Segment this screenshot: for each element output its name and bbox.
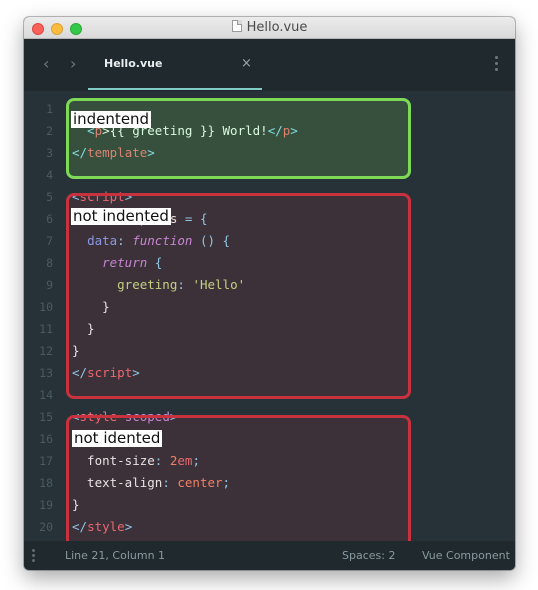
line-number: 20	[39, 520, 53, 534]
cursor-position[interactable]: Line 21, Column 1	[65, 541, 165, 570]
style-not-indented-annotation-label: not idented	[72, 429, 163, 447]
chevron-right-icon[interactable]: ›	[70, 55, 76, 73]
line-number: 9	[46, 278, 53, 292]
window-title: Hello.vue	[246, 20, 308, 35]
indentation-setting[interactable]: Spaces: 2	[342, 541, 395, 570]
line-number: 17	[39, 454, 53, 468]
title-bar: Hello.vue	[24, 17, 515, 39]
editor-window: Hello.vue ‹ › Hello.vue × 12 <p>{{ greet…	[24, 17, 515, 570]
line-number: 3	[46, 146, 53, 160]
indented-annotation-label: indentend	[71, 110, 152, 128]
line-number: 8	[46, 256, 53, 270]
tab-hello-vue[interactable]: Hello.vue	[104, 57, 162, 70]
status-bar: Line 21, Column 1 Spaces: 2 Vue Componen…	[24, 541, 515, 570]
line-number: 14	[39, 388, 53, 402]
line-number: 4	[46, 168, 53, 182]
status-bar-grip-icon[interactable]	[32, 549, 35, 564]
document-icon	[231, 20, 242, 32]
line-number: 1	[46, 102, 53, 116]
line-number: 15	[39, 410, 53, 424]
line-number: 2	[46, 124, 53, 138]
active-tab-indicator	[88, 88, 262, 90]
code-editor[interactable]: 12 <p>{{ greeting }} World!</p> 3 </templa…	[24, 91, 515, 554]
line-number: 11	[39, 322, 53, 336]
line-number: 18	[39, 476, 53, 490]
line-number: 16	[39, 432, 53, 446]
syntax-selector[interactable]: Vue Component	[422, 541, 510, 570]
close-icon[interactable]: ×	[241, 56, 252, 71]
vertical-dots-icon[interactable]	[495, 56, 498, 74]
line-number: 10	[39, 300, 53, 314]
tab-bar: ‹ › Hello.vue ×	[24, 39, 515, 91]
line-number: 12	[39, 344, 53, 358]
line-number: 7	[46, 234, 53, 248]
script-not-indented-annotation-label: not indented	[71, 207, 171, 225]
line-number: 5	[46, 190, 53, 204]
line-number: 13	[39, 366, 53, 380]
chevron-left-icon[interactable]: ‹	[43, 55, 49, 73]
line-number: 6	[46, 212, 53, 226]
window-title-area: Hello.vue	[24, 17, 515, 39]
line-number: 19	[39, 498, 53, 512]
